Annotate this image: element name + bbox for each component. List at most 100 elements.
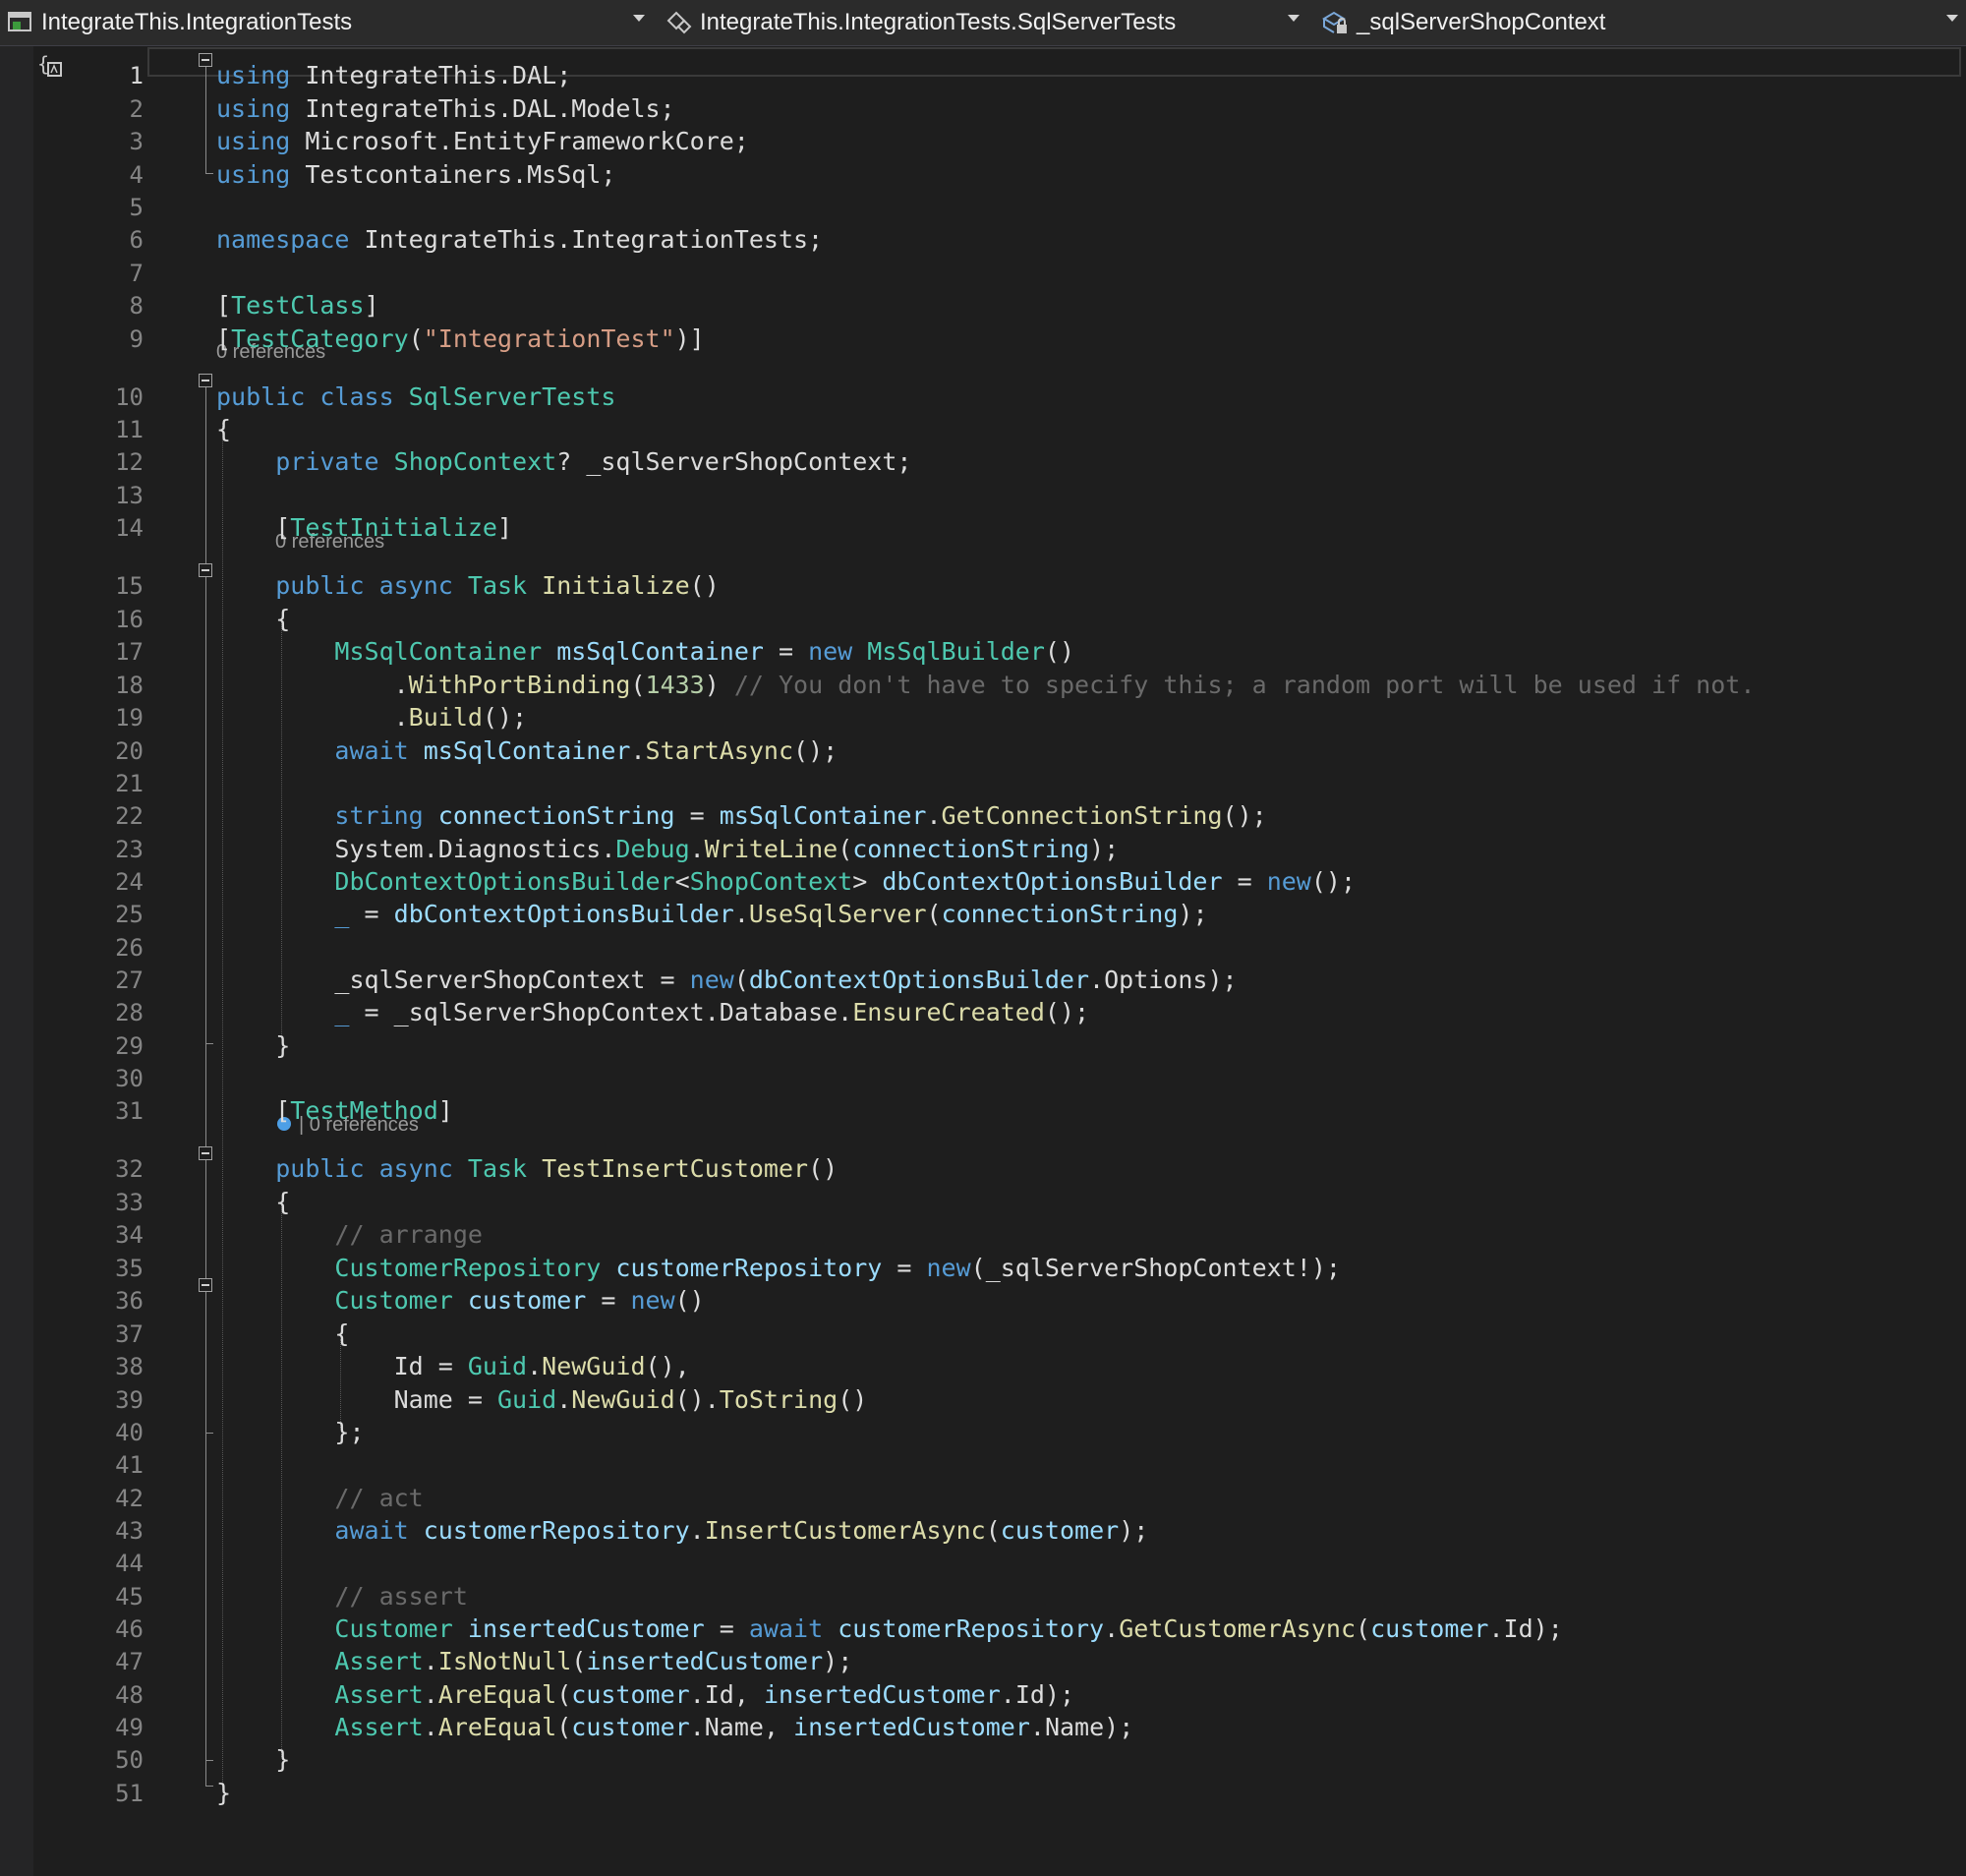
code-line[interactable]: 16 { — [0, 603, 1966, 636]
code-line[interactable]: 45 // assert — [0, 1580, 1966, 1613]
code-text: [TestClass] — [216, 289, 379, 322]
code-line[interactable]: 31 [TestMethod] — [0, 1094, 1966, 1128]
code-token: Assert — [334, 1680, 424, 1709]
code-token: customer — [467, 1286, 587, 1315]
code-line[interactable]: 27 _sqlServerShopContext = new(dbContext… — [0, 964, 1966, 997]
code-text: public async Task TestInsertCustomer() — [216, 1152, 838, 1186]
code-token: [ — [216, 513, 291, 542]
code-text: private ShopContext? _sqlServerShopConte… — [216, 445, 911, 479]
code-line[interactable]: 21 — [0, 767, 1966, 800]
code-line[interactable]: 15 public async Task Initialize() — [0, 569, 1966, 603]
code-token: . — [423, 1680, 438, 1709]
code-text: await msSqlContainer.StartAsync(); — [216, 734, 838, 768]
code-token: await — [334, 1516, 424, 1545]
code-line[interactable]: 1 using IntegrateThis.DAL; — [0, 59, 1966, 92]
code-token: }; — [216, 1418, 365, 1446]
type-dropdown[interactable]: IntegrateThis.IntegrationTests.SqlServer… — [665, 0, 1303, 45]
code-line[interactable]: 29 } — [0, 1029, 1966, 1063]
code-line[interactable]: 34 // arrange — [0, 1218, 1966, 1252]
code-line[interactable]: 19 .Build(); — [0, 701, 1966, 734]
code-line[interactable]: 43 await customerRepository.InsertCustom… — [0, 1514, 1966, 1548]
code-editor[interactable]: 1 using IntegrateThis.DAL; 2 using Integrat… — [0, 46, 1966, 1876]
code-line[interactable]: 28 _ = _sqlServerShopContext.Database.En… — [0, 996, 1966, 1029]
code-line[interactable]: 6 namespace IntegrateThis.IntegrationTest… — [0, 223, 1966, 257]
line-number: 34 — [115, 1221, 144, 1249]
code-line[interactable]: 9 [TestCategory("IntegrationTest")] — [0, 322, 1966, 356]
code-line[interactable]: 2 using IntegrateThis.DAL.Models; — [0, 92, 1966, 126]
code-line[interactable]: 44 — [0, 1547, 1966, 1580]
code-line[interactable]: 11 { — [0, 413, 1966, 446]
code-token: [ — [216, 324, 232, 353]
code-line[interactable]: 7 — [0, 257, 1966, 290]
code-line[interactable]: 39 Name = Guid.NewGuid().ToString() — [0, 1383, 1966, 1417]
code-text: Customer insertedCustomer = await custom… — [216, 1612, 1562, 1646]
line-number: 28 — [115, 999, 144, 1026]
code-token: = — [349, 900, 394, 928]
code-line[interactable]: 26 — [0, 931, 1966, 965]
code-line[interactable]: 47 Assert.IsNotNull(insertedCustomer); — [0, 1645, 1966, 1678]
code-text: Assert.IsNotNull(insertedCustomer); — [216, 1645, 852, 1678]
member-dropdown[interactable]: _sqlServerShopContext — [1321, 0, 1964, 45]
code-token: using — [216, 127, 291, 155]
project-dropdown[interactable]: IntegrateThis.IntegrationTests — [6, 0, 649, 45]
code-token: . — [689, 1516, 705, 1545]
line-number: 25 — [115, 901, 144, 928]
code-token: Customer — [334, 1286, 468, 1315]
code-line[interactable]: 48 Assert.AreEqual(customer.Id, inserted… — [0, 1678, 1966, 1712]
code-line[interactable]: 22 string connectionString = msSqlContai… — [0, 799, 1966, 833]
code-token: () — [674, 1286, 705, 1315]
code-line[interactable]: 51} — [0, 1777, 1966, 1810]
code-token: . — [689, 835, 705, 863]
code-token: TestInitialize — [290, 513, 497, 542]
code-line[interactable]: 42 // act — [0, 1482, 1966, 1515]
code-token: } — [216, 1779, 232, 1807]
code-token: . — [733, 900, 749, 928]
code-token: ( — [630, 671, 646, 699]
code-line[interactable]: 40 }; — [0, 1416, 1966, 1449]
code-line[interactable]: 33 { — [0, 1186, 1966, 1219]
code-line[interactable]: 37 { — [0, 1318, 1966, 1351]
code-text: _ = _sqlServerShopContext.Database.Ensur… — [216, 996, 1089, 1029]
code-line[interactable]: 5 — [0, 191, 1966, 224]
code-token: . — [423, 1647, 438, 1675]
code-line[interactable]: 25 _ = dbContextOptionsBuilder.UseSqlSer… — [0, 898, 1966, 931]
code-token: GetCustomerAsync — [1119, 1614, 1357, 1643]
code-token: customer — [571, 1713, 690, 1741]
code-line[interactable]: 20 await msSqlContainer.StartAsync(); — [0, 734, 1966, 768]
code-line[interactable]: 49 Assert.AreEqual(customer.Name, insert… — [0, 1711, 1966, 1744]
code-line[interactable]: 38 Id = Guid.NewGuid(), — [0, 1350, 1966, 1383]
line-number: 42 — [115, 1485, 144, 1512]
line-number: 22 — [115, 802, 144, 830]
code-line[interactable]: 24 DbContextOptionsBuilder<ShopContext> … — [0, 865, 1966, 899]
line-number: 17 — [115, 638, 144, 666]
code-line[interactable]: 14 [TestInitialize] — [0, 511, 1966, 545]
code-line[interactable]: 32 public async Task TestInsertCustomer(… — [0, 1152, 1966, 1186]
code-line[interactable]: 13 — [0, 479, 1966, 512]
chevron-down-icon — [1288, 15, 1300, 22]
code-line[interactable]: 35 CustomerRepository customerRepository… — [0, 1252, 1966, 1285]
code-line[interactable]: 17 MsSqlContainer msSqlContainer = new M… — [0, 635, 1966, 669]
code-line[interactable]: 36 Customer customer = new() — [0, 1284, 1966, 1318]
code-line[interactable]: 18 .WithPortBinding(1433) // You don't h… — [0, 669, 1966, 702]
code-token: IntegrateThis.DAL.Models; — [290, 94, 675, 123]
code-line[interactable]: 30 — [0, 1062, 1966, 1095]
line-number: 20 — [115, 737, 144, 765]
code-line[interactable]: 12 private ShopContext? _sqlServerShopCo… — [0, 445, 1966, 479]
code-line[interactable]: 3 using Microsoft.EntityFrameworkCore; — [0, 125, 1966, 158]
code-token: connectionString — [852, 835, 1090, 863]
line-number: 13 — [115, 482, 144, 509]
code-line[interactable]: 50 } — [0, 1743, 1966, 1777]
code-line[interactable]: 41 — [0, 1448, 1966, 1482]
code-line[interactable]: 23 System.Diagnostics.Debug.WriteLine(co… — [0, 833, 1966, 866]
code-line[interactable]: 8 [TestClass] — [0, 289, 1966, 322]
code-line[interactable]: 46 Customer insertedCustomer = await cus… — [0, 1612, 1966, 1646]
code-line[interactable]: 10 public class SqlServerTests — [0, 381, 1966, 414]
code-line[interactable]: 4 using Testcontainers.MsSql; — [0, 158, 1966, 192]
